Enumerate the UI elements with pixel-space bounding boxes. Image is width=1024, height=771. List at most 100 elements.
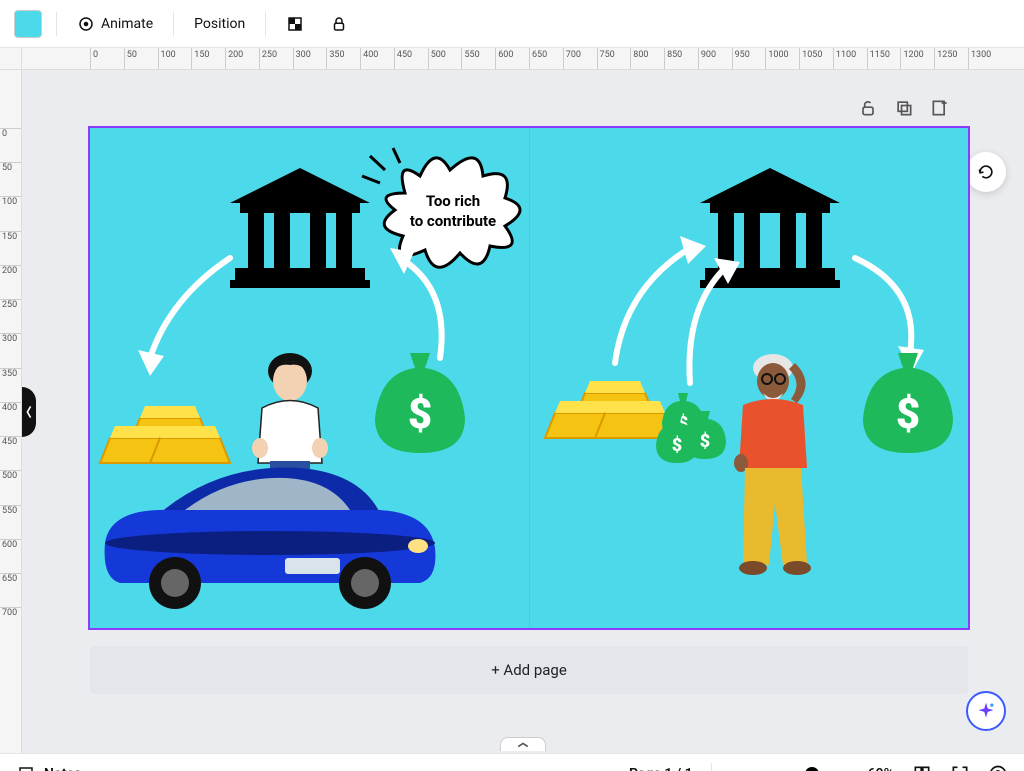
person-illustration[interactable] <box>252 353 328 476</box>
ruler-tick: 150 <box>0 231 22 242</box>
ruler-tick: 500 <box>0 470 22 481</box>
gold-bars-icon[interactable] <box>545 381 675 438</box>
add-page-button[interactable]: + Add page <box>90 646 968 694</box>
arrow-icon[interactable] <box>138 258 230 376</box>
ruler-tick: 300 <box>293 48 311 70</box>
speech-line2: to contribute <box>410 212 496 230</box>
ruler-tick: 650 <box>529 48 547 70</box>
fill-color-swatch[interactable] <box>14 10 42 38</box>
gold-bars-icon[interactable] <box>100 406 230 463</box>
ruler-tick: 350 <box>0 368 22 379</box>
ruler-tick: 1150 <box>867 48 890 70</box>
ruler-tick: 50 <box>0 162 22 173</box>
animate-label: Animate <box>101 16 153 32</box>
ruler-tick: 250 <box>259 48 277 70</box>
page-context-toolbar <box>858 98 950 118</box>
svg-text:$: $ <box>700 431 710 452</box>
ruler-tick: 1250 <box>934 48 957 70</box>
ruler-tick: 200 <box>225 48 243 70</box>
transparency-button[interactable] <box>280 11 310 37</box>
ruler-tick: 0 <box>90 48 98 70</box>
transparency-icon <box>286 15 304 33</box>
ruler-vertical[interactable]: 0501001502002503003504004505005506006507… <box>0 70 22 753</box>
ruler-horizontal[interactable]: 0 50 100 150 200 250 300 350 400 450 500 550 600 650 7… <box>22 48 1024 70</box>
ruler-tick: 900 <box>698 48 716 70</box>
speech-bubble[interactable]: Too rich to contribute <box>362 148 520 267</box>
ruler-tick: 950 <box>732 48 750 70</box>
notes-button[interactable]: Notes <box>16 764 81 771</box>
canvas-area[interactable]: Too rich to contribute <box>22 70 1024 753</box>
money-bag-icon[interactable]: $ <box>375 353 465 453</box>
help-icon[interactable]: ? <box>988 764 1008 771</box>
ruler-tick: 650 <box>0 573 22 584</box>
ruler-tick: 1200 <box>900 48 923 70</box>
position-button[interactable]: Position <box>188 12 251 36</box>
fullscreen-icon[interactable] <box>950 764 970 771</box>
ruler-tick: 100 <box>158 48 176 70</box>
money-bag-icon[interactable]: $ <box>863 353 953 453</box>
ruler-tick: 150 <box>191 48 209 70</box>
notes-icon <box>16 764 36 771</box>
ruler-tick: 700 <box>563 48 581 70</box>
add-page-icon[interactable] <box>930 98 950 118</box>
ruler-tick: 600 <box>0 539 22 550</box>
page-indicator[interactable]: Page 1 / 1 <box>629 766 693 771</box>
car-illustration[interactable] <box>105 468 436 609</box>
ruler-tick: 800 <box>630 48 648 70</box>
money-bags-small-icon[interactable]: $ $ $ <box>656 393 726 463</box>
zoom-value[interactable]: 69% <box>868 766 894 771</box>
grid-view-icon[interactable] <box>912 764 932 771</box>
ruler-tick: 550 <box>461 48 479 70</box>
ruler-tick: 100 <box>0 196 22 207</box>
dollar-sign: $ <box>896 390 920 439</box>
svg-text:$: $ <box>672 435 682 456</box>
ruler-tick: 700 <box>0 607 22 618</box>
status-bar: Notes Page 1 / 1 69% ? <box>0 753 1024 771</box>
duplicate-icon[interactable] <box>894 98 914 118</box>
notes-label: Notes <box>44 766 81 771</box>
add-page-label: + Add page <box>491 661 567 679</box>
ruler-tick: 500 <box>428 48 446 70</box>
lock-open-icon[interactable] <box>858 98 878 118</box>
ruler-tick: 1300 <box>968 48 991 70</box>
page-1[interactable]: Too rich to contribute <box>90 128 968 628</box>
ruler-corner <box>0 48 22 70</box>
ruler-tick: 1100 <box>833 48 856 70</box>
dollar-sign: $ <box>408 390 432 439</box>
lock-icon <box>330 15 348 33</box>
divider <box>173 12 174 36</box>
ruler-tick: 450 <box>394 48 412 70</box>
ruler-tick: 1000 <box>765 48 788 70</box>
ruler-tick: 850 <box>664 48 682 70</box>
expand-sidebar-handle[interactable] <box>22 387 36 437</box>
magic-assistant-button[interactable] <box>966 691 1006 731</box>
ruler-row: 0 50 100 150 200 250 300 350 400 450 500 550 600 650 7… <box>0 48 1024 70</box>
divider <box>265 12 266 36</box>
person-illustration[interactable] <box>734 354 811 575</box>
ruler-tick: 600 <box>495 48 513 70</box>
page-center-guide <box>529 128 530 628</box>
ruler-tick: 50 <box>124 48 137 70</box>
ruler-tick: 1050 <box>799 48 822 70</box>
ruler-tick: 300 <box>0 333 22 344</box>
animate-icon <box>77 15 95 33</box>
speech-line1: Too rich <box>426 192 480 210</box>
collapse-pages-handle[interactable] <box>500 737 546 751</box>
divider <box>56 12 57 36</box>
ruler-tick: 0 <box>0 128 22 139</box>
top-toolbar: Animate Position <box>0 0 1024 48</box>
ruler-tick: 400 <box>0 402 22 413</box>
divider <box>711 763 712 771</box>
ruler-tick: 200 <box>0 265 22 276</box>
ruler-tick: 350 <box>326 48 344 70</box>
ruler-tick: 750 <box>597 48 615 70</box>
position-label: Position <box>194 16 245 32</box>
lock-button[interactable] <box>324 11 354 37</box>
regenerate-button[interactable] <box>966 152 1006 192</box>
ruler-tick: 250 <box>0 299 22 310</box>
ruler-tick: 400 <box>360 48 378 70</box>
animate-button[interactable]: Animate <box>71 11 159 37</box>
bank-icon[interactable] <box>230 168 370 288</box>
ruler-tick: 450 <box>0 436 22 447</box>
workspace: 0501001502002503003504004505005506006507… <box>0 70 1024 753</box>
